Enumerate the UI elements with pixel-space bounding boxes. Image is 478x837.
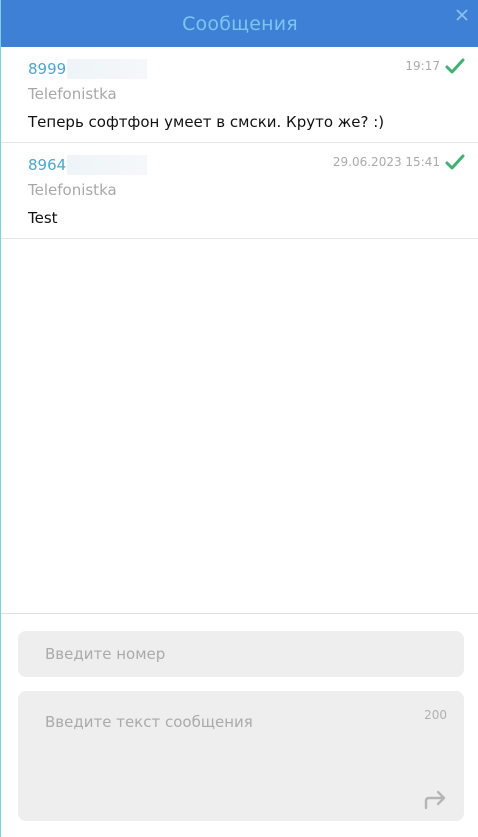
number-mask xyxy=(67,155,148,175)
message-number[interactable]: 8999 xyxy=(28,59,148,79)
message-text: Test xyxy=(28,209,58,227)
message-sender: Telefonistka xyxy=(28,181,117,199)
message-meta: 29.06.2023 15:41 xyxy=(333,153,465,171)
char-counter: 200 xyxy=(424,708,447,722)
message-compose-box: 200 xyxy=(18,691,464,821)
double-check-icon xyxy=(445,154,465,170)
sms-window: Сообщения 8999 Telefonistka Теперь софтф… xyxy=(0,0,478,837)
window-title: Сообщения xyxy=(182,12,298,35)
send-arrow-icon[interactable] xyxy=(423,789,449,811)
message-time: 19:17 xyxy=(405,59,440,73)
titlebar: Сообщения xyxy=(1,0,478,47)
double-check-icon xyxy=(445,58,465,74)
compose-divider xyxy=(1,613,478,614)
number-mask xyxy=(67,59,148,79)
message-item[interactable]: 8964 Telefonistka Test 29.06.2023 15:41 xyxy=(1,143,478,239)
message-text: Теперь софтфон умеет в смски. Круто же? … xyxy=(28,113,385,131)
phone-number-input[interactable] xyxy=(18,631,464,677)
message-text-input[interactable] xyxy=(18,691,464,821)
message-number[interactable]: 8964 xyxy=(28,155,148,175)
message-meta: 19:17 xyxy=(405,57,465,75)
close-icon[interactable] xyxy=(453,6,471,24)
message-list: 8999 Telefonistka Теперь софтфон умеет в… xyxy=(1,47,478,613)
message-time: 29.06.2023 15:41 xyxy=(332,155,440,169)
message-item[interactable]: 8999 Telefonistka Теперь софтфон умеет в… xyxy=(1,47,478,143)
message-sender: Telefonistka xyxy=(28,85,117,103)
